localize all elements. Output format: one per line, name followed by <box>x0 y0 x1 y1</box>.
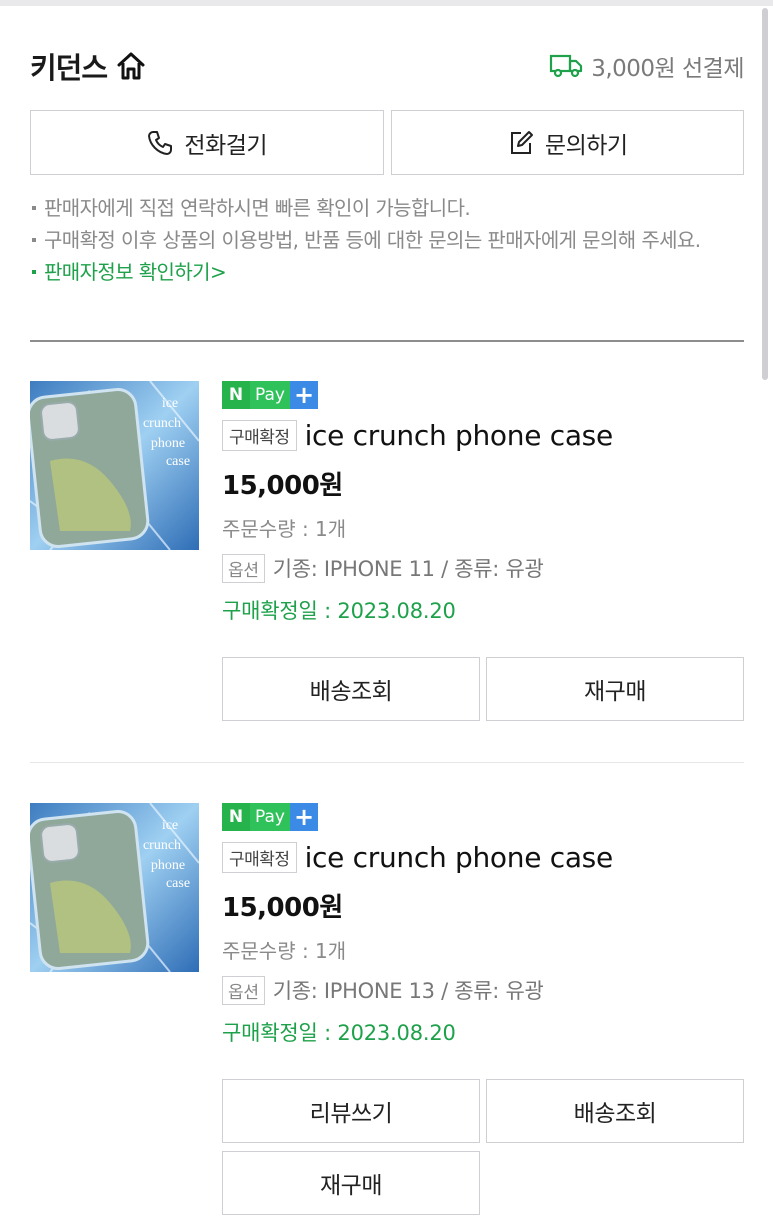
call-label: 전화걸기 <box>184 132 268 159</box>
order-actions: 리뷰쓰기 배송조회 재구매 <box>222 1079 744 1215</box>
status-badge: 구매확정 <box>222 841 297 873</box>
npay-badge: N Pay + <box>222 381 744 409</box>
product-thumbnail[interactable]: ice crunch phone case <box>30 803 199 972</box>
inquiry-label: 문의하기 <box>544 132 628 159</box>
order-actions: 배송조회 재구매 <box>222 657 744 721</box>
order-item: ice crunch phone case N Pay + 구매확정 ice c… <box>30 803 744 1223</box>
status-badge: 구매확정 <box>222 419 297 451</box>
option-row: 옵션 기종: IPHONE 13 / 종류: 유광 <box>222 975 744 1005</box>
product-thumbnail[interactable]: ice crunch phone case <box>30 381 199 550</box>
delivery-tracking-button[interactable]: 배송조회 <box>486 1079 744 1143</box>
edit-icon <box>510 130 533 154</box>
scrollbar[interactable] <box>762 8 768 380</box>
repurchase-button[interactable]: 재구매 <box>486 657 744 721</box>
thumb-text: crunch <box>143 838 181 853</box>
order-item: ice crunch phone case N Pay + 구매확정 ice c… <box>30 381 744 726</box>
npay-plus-icon: + <box>290 381 318 409</box>
product-name[interactable]: ice crunch phone case <box>305 419 614 452</box>
shipping-info: 3,000원 선결제 <box>549 49 744 83</box>
call-button[interactable]: 전화걸기 <box>30 110 384 175</box>
product-price: 15,000원 <box>222 471 343 501</box>
truck-icon <box>549 53 583 79</box>
option-badge: 옵션 <box>222 553 265 583</box>
option-row: 옵션 기종: IPHONE 11 / 종류: 유광 <box>222 553 744 583</box>
title-row: 구매확정 ice crunch phone case <box>222 417 744 453</box>
order-quantity: 주문수량 : 1개 <box>222 517 347 541</box>
inquiry-button[interactable]: 문의하기 <box>390 110 744 175</box>
npay-badge: N Pay + <box>222 803 744 831</box>
contact-row: 전화걸기 문의하기 <box>30 110 744 175</box>
phone-icon <box>148 130 173 155</box>
order-info: N Pay + 구매확정 ice crunch phone case 15,00… <box>222 381 744 625</box>
thumb-text: ice <box>162 396 178 411</box>
option-badge: 옵션 <box>222 975 265 1005</box>
order-divider <box>30 762 744 763</box>
write-review-button[interactable]: 리뷰쓰기 <box>222 1079 480 1143</box>
thumb-text: crunch <box>143 416 181 431</box>
section-divider <box>30 340 744 342</box>
store-link[interactable]: 키던스 <box>30 45 147 87</box>
confirm-date: 구매확정일 : 2023.08.20 <box>222 599 456 623</box>
delivery-tracking-button[interactable]: 배송조회 <box>222 657 480 721</box>
option-value: 기종: IPHONE 13 / 종류: 유광 <box>272 979 544 1003</box>
shipping-text: 3,000원 선결제 <box>591 56 744 82</box>
thumb-text: ice <box>162 818 178 833</box>
thumb-text: phone <box>151 858 185 873</box>
thumb-text: case <box>166 454 190 469</box>
order-info: N Pay + 구매확정 ice crunch phone case 15,00… <box>222 803 744 1047</box>
note-line: 구매확정 이후 상품의 이용방법, 반품 등에 대한 문의는 판매자에게 문의해… <box>30 224 744 256</box>
npay-pay-label: Pay <box>250 803 290 831</box>
confirm-date: 구매확정일 : 2023.08.20 <box>222 1021 456 1045</box>
npay-n-icon: N <box>222 381 250 409</box>
thumb-text: phone <box>151 436 185 451</box>
npay-n-icon: N <box>222 803 250 831</box>
thumb-text: case <box>166 876 190 891</box>
npay-plus-icon: + <box>290 803 318 831</box>
store-header: 키던스 3,000원 선결제 <box>30 44 744 88</box>
option-value: 기종: IPHONE 11 / 종류: 유광 <box>272 557 544 581</box>
product-price: 15,000원 <box>222 893 343 923</box>
store-name: 키던스 <box>30 51 108 85</box>
top-bar <box>0 0 773 6</box>
seller-info-link[interactable]: 판매자정보 확인하기> <box>30 256 744 288</box>
npay-pay-label: Pay <box>250 381 290 409</box>
title-row: 구매확정 ice crunch phone case <box>222 839 744 875</box>
repurchase-button[interactable]: 재구매 <box>222 1151 480 1215</box>
note-line: 판매자에게 직접 연락하시면 빠른 확인이 가능합니다. <box>30 192 744 224</box>
order-quantity: 주문수량 : 1개 <box>222 939 347 963</box>
home-icon[interactable] <box>115 50 147 82</box>
product-name[interactable]: ice crunch phone case <box>305 841 614 874</box>
seller-notes: 판매자에게 직접 연락하시면 빠른 확인이 가능합니다. 구매확정 이후 상품의… <box>30 192 744 288</box>
